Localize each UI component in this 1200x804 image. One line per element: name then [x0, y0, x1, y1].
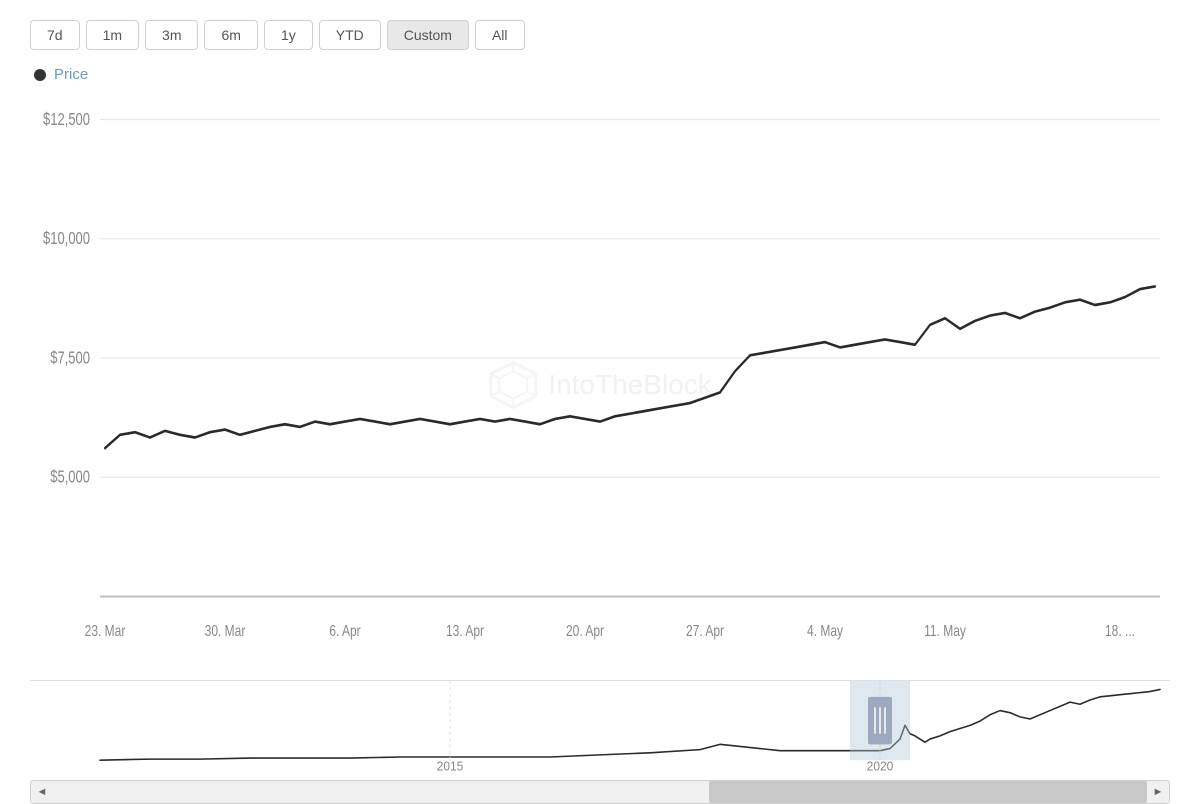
legend-label: Price [54, 66, 88, 83]
scrollbar[interactable]: ◄ ► [30, 780, 1170, 804]
svg-text:$10,000: $10,000 [43, 229, 90, 248]
legend: Price [30, 66, 1170, 83]
time-btn-all[interactable]: All [475, 20, 525, 50]
svg-text:23. Mar: 23. Mar [85, 622, 126, 640]
svg-text:$7,500: $7,500 [50, 349, 90, 368]
svg-text:2015: 2015 [437, 759, 464, 773]
legend-dot [34, 69, 46, 81]
svg-text:18. ...: 18. ... [1105, 622, 1135, 640]
time-btn-1y[interactable]: 1y [264, 20, 313, 50]
mini-chart-section: 2015 2020 [30, 680, 1170, 790]
mini-chart-container: 2015 2020 [30, 680, 1170, 776]
svg-text:2020: 2020 [867, 759, 894, 773]
page-container: 7d1m3m6m1yYTDCustomAll Price IntoTheBloc [0, 0, 1200, 800]
svg-text:20. Apr: 20. Apr [566, 622, 604, 640]
time-btn-6m[interactable]: 6m [204, 20, 257, 50]
svg-text:$12,500: $12,500 [43, 110, 90, 129]
chart-wrapper: IntoTheBlock $12,500 $10,000 $7,500 $5,0… [30, 93, 1170, 790]
main-chart-container: IntoTheBlock $12,500 $10,000 $7,500 $5,0… [30, 93, 1170, 676]
svg-text:4. May: 4. May [807, 622, 844, 640]
svg-text:27. Apr: 27. Apr [686, 622, 724, 640]
time-btn-ytd[interactable]: YTD [319, 20, 381, 50]
svg-text:11. May: 11. May [924, 622, 967, 640]
svg-text:13. Apr: 13. Apr [446, 622, 484, 640]
svg-text:$5,000: $5,000 [50, 468, 90, 487]
time-btn-1m[interactable]: 1m [86, 20, 139, 50]
time-btn-custom[interactable]: Custom [387, 20, 469, 50]
main-chart-svg: $12,500 $10,000 $7,500 $5,000 23. Mar 30… [30, 93, 1170, 676]
mini-chart-svg: 2015 2020 [30, 681, 1170, 776]
time-btn-3m[interactable]: 3m [145, 20, 198, 50]
time-range-bar: 7d1m3m6m1yYTDCustomAll [30, 20, 1170, 50]
svg-text:6. Apr: 6. Apr [329, 622, 361, 640]
time-btn-7d[interactable]: 7d [30, 20, 80, 50]
svg-text:30. Mar: 30. Mar [205, 622, 246, 640]
